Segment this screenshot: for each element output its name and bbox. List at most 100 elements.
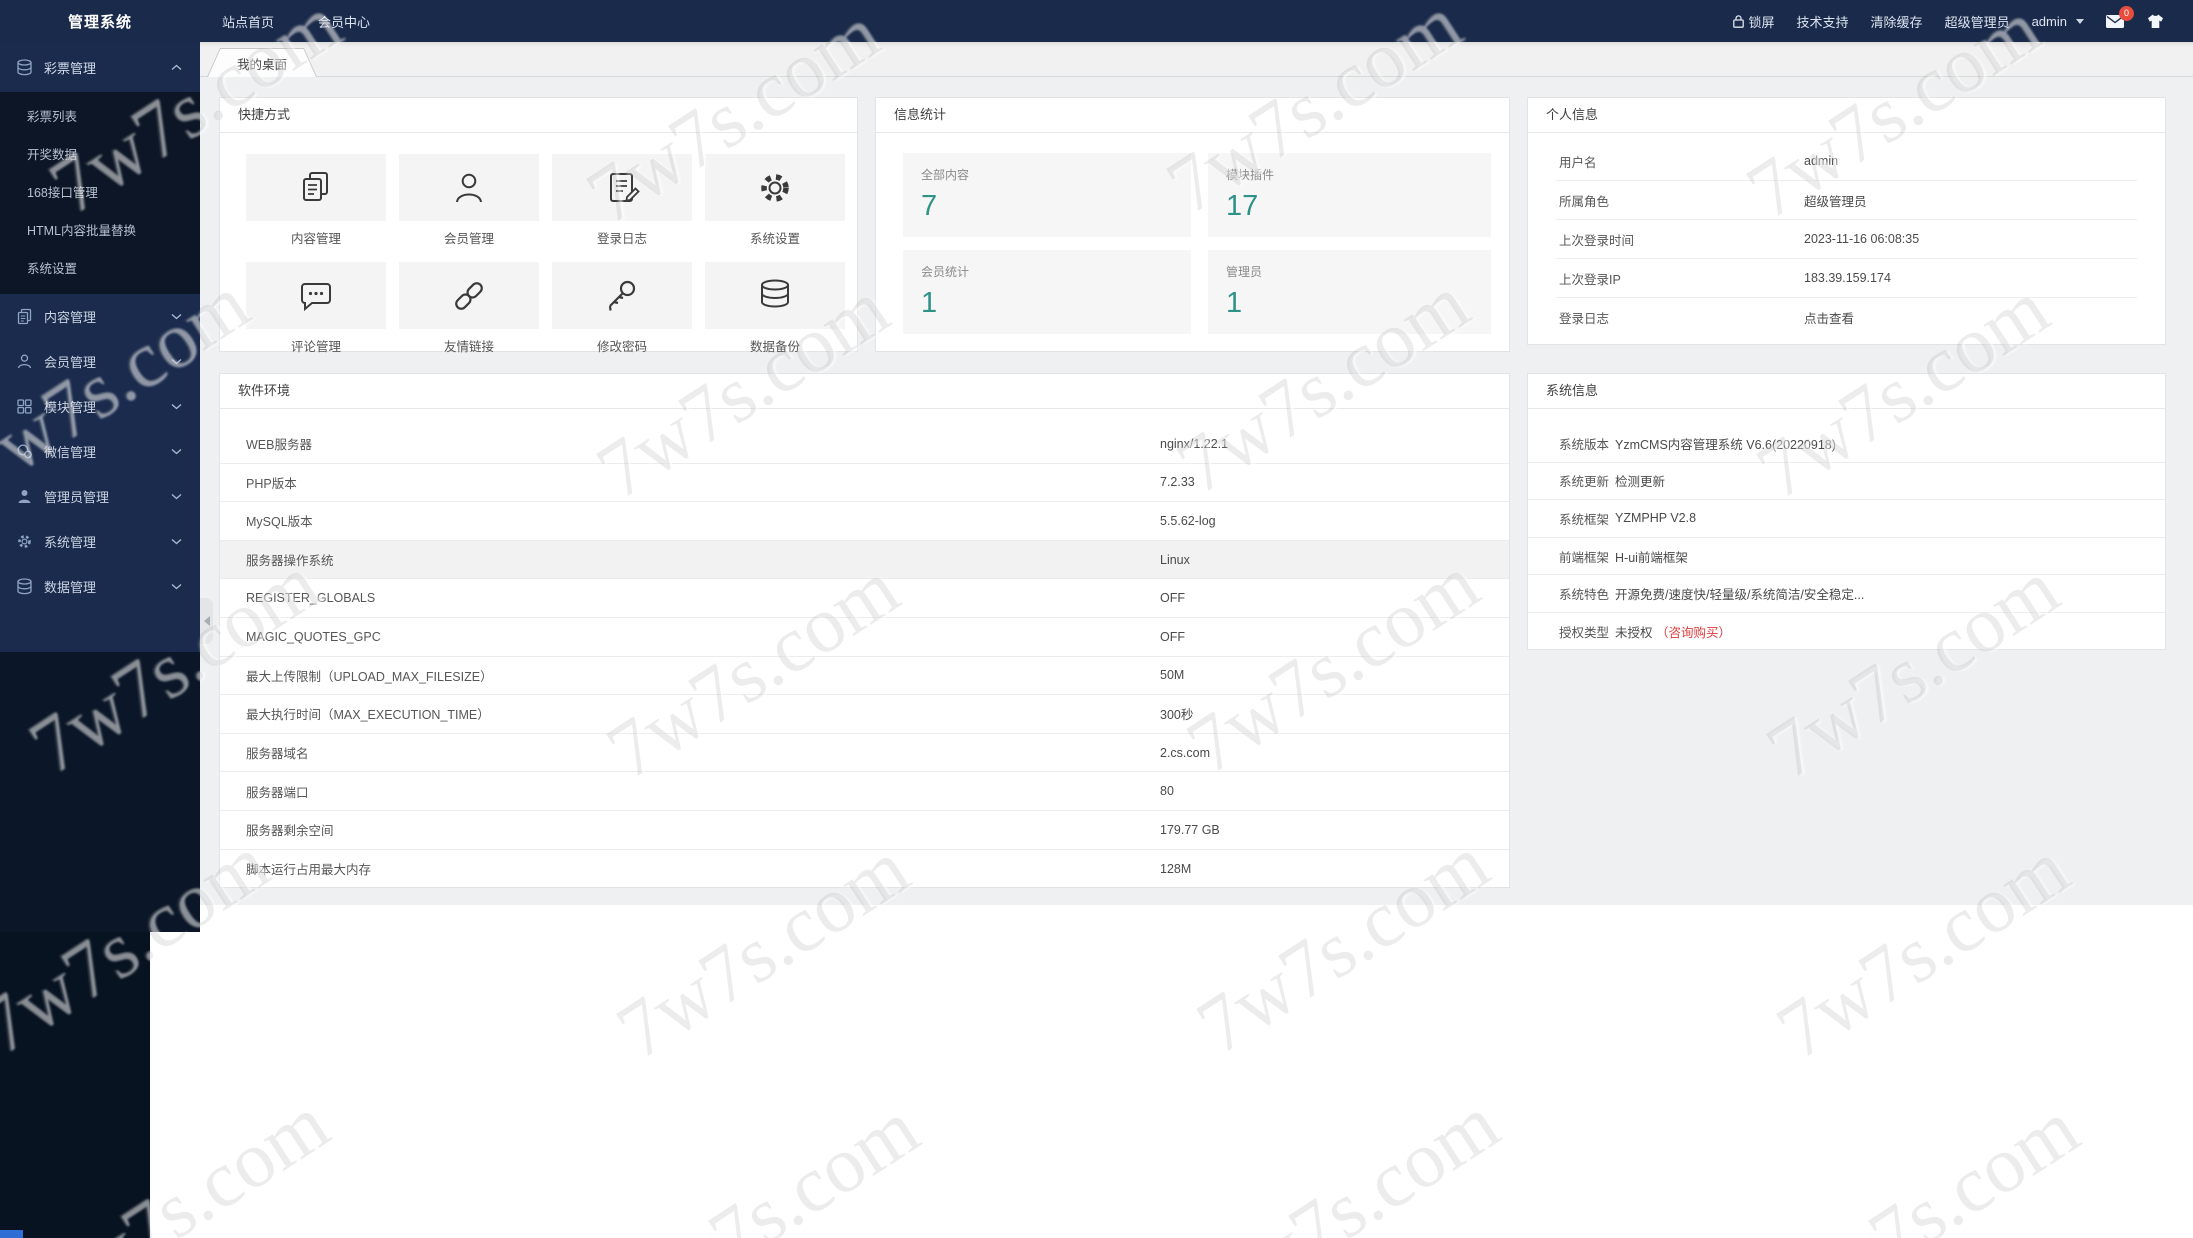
sidebar-subitem-system-settings[interactable]: 系统设置 — [0, 250, 200, 288]
lock-screen-label: 锁屏 — [1749, 12, 1775, 31]
mail-badge: 0 — [2119, 6, 2134, 21]
shortcuts-panel: 快捷方式 内容管理 会员管理 — [219, 97, 858, 352]
sidebar-subitem-lottery-list[interactable]: 彩票列表 — [0, 98, 200, 136]
topbar-right: 锁屏 技术支持 清除缓存 超级管理员 admin 0 — [1733, 0, 2165, 42]
tech-support-button[interactable]: 技术支持 — [1797, 12, 1849, 31]
sidebar-subitem-html-batch-replace[interactable]: HTML内容批量替换 — [0, 212, 200, 250]
stat-module-plugins: 模块插件 17 — [1208, 153, 1491, 237]
stat-value: 7 — [921, 190, 1191, 223]
table-row: 系统版本YzmCMS内容管理系统 V6.6(20220918) — [1528, 425, 2165, 463]
table-row: 系统更新检测更新 — [1528, 463, 2165, 501]
chevron-up-icon — [171, 64, 182, 71]
chevron-down-icon — [171, 358, 182, 365]
lock-screen-button[interactable]: 锁屏 — [1733, 12, 1775, 31]
sidebar-collapse-handle[interactable] — [200, 598, 213, 644]
chevron-down-icon — [171, 583, 182, 590]
clear-cache-button[interactable]: 清除缓存 — [1871, 12, 1923, 31]
app-logo: 管理系统 — [0, 11, 200, 32]
panel-title: 信息统计 — [876, 98, 1509, 133]
sidebar-item-label: 模块管理 — [44, 397, 96, 416]
chevron-down-icon — [171, 538, 182, 545]
shortcuts-body: 内容管理 会员管理 登录日志 — [220, 133, 857, 355]
table-row: MySQL版本5.5.62-log — [220, 502, 1509, 541]
nav-site-home[interactable]: 站点首页 — [222, 12, 274, 31]
table-row-license: 授权类型 未授权 （咨询购买） — [1528, 613, 2165, 651]
panel-title: 个人信息 — [1528, 98, 2165, 133]
stat-member-count: 会员统计 1 — [903, 250, 1191, 334]
database-icon — [16, 59, 33, 76]
chevron-down-icon — [171, 403, 182, 410]
panel-title: 系统信息 — [1528, 374, 2165, 409]
tab-label: 我的桌面 — [237, 54, 287, 73]
chevron-down-icon — [171, 448, 182, 455]
table-row: 服务器域名2.cs.com — [220, 734, 1509, 773]
sidebar-item-wechat-management[interactable]: 微信管理 — [0, 429, 200, 474]
sidebar-item-data-management[interactable]: 数据管理 — [0, 564, 200, 609]
stat-admin-count: 管理员 1 — [1208, 250, 1491, 334]
sidebar-subitem-168-api[interactable]: 168接口管理 — [0, 174, 200, 212]
nav-member-center[interactable]: 会员中心 — [318, 12, 370, 31]
shortcut-content-management[interactable]: 内容管理 — [246, 154, 386, 247]
user-icon — [399, 154, 539, 221]
table-row: 服务器剩余空间179.77 GB — [220, 811, 1509, 850]
tshirt-icon — [2146, 13, 2165, 29]
profile-body: 用户名 admin 所属角色 超级管理员 上次登录时间 2023-11-16 0… — [1528, 133, 2165, 337]
shortcut-change-password[interactable]: 修改密码 — [552, 262, 692, 355]
profile-row-login-log: 登录日志 点击查看 — [1556, 298, 2137, 337]
table-row: 最大上传限制（UPLOAD_MAX_FILESIZE）50M — [220, 657, 1509, 696]
table-row: 系统特色开源免费/速度快/轻量级/系统简洁/安全稳定... — [1528, 575, 2165, 613]
theme-button[interactable] — [2146, 13, 2165, 29]
shortcut-login-log[interactable]: 登录日志 — [552, 154, 692, 247]
stat-value: 1 — [921, 287, 1191, 320]
stats-panel: 信息统计 全部内容 7 模块插件 17 会员统计 1 管理员 — [875, 97, 1510, 352]
log-clipboard-icon — [552, 154, 692, 221]
shortcut-system-settings[interactable]: 系统设置 — [705, 154, 845, 247]
sidebar-item-system-management[interactable]: 系统管理 — [0, 519, 200, 564]
sidebar-item-label: 管理员管理 — [44, 487, 109, 506]
messages-button[interactable]: 0 — [2106, 15, 2124, 28]
sidebar-subitem-draw-data[interactable]: 开奖数据 — [0, 136, 200, 174]
collapse-left-arrow-icon — [204, 616, 210, 626]
clear-cache-label: 清除缓存 — [1871, 12, 1923, 31]
sidebar-submenu: 彩票列表 开奖数据 168接口管理 HTML内容批量替换 系统设置 — [0, 92, 200, 294]
purchase-license-link[interactable]: （咨询购买） — [1656, 626, 1731, 640]
shortcut-label: 友情链接 — [399, 336, 539, 355]
check-update-link[interactable]: 检测更新 — [1615, 471, 1665, 490]
table-row: 最大执行时间（MAX_EXECUTION_TIME）300秒 — [220, 695, 1509, 734]
sidebar-item-admin-management[interactable]: 管理员管理 — [0, 474, 200, 519]
sidebar-item-module-management[interactable]: 模块管理 — [0, 384, 200, 429]
table-row: 前端框架H-ui前端框架 — [1528, 538, 2165, 576]
shortcut-comment-management[interactable]: 评论管理 — [246, 262, 386, 355]
chevron-down-icon — [2076, 19, 2084, 24]
sidebar-item-member-management[interactable]: 会员管理 — [0, 339, 200, 384]
shortcut-member-management[interactable]: 会员管理 — [399, 154, 539, 247]
key-icon — [552, 262, 692, 329]
dashboard-grid: 快捷方式 内容管理 会员管理 — [200, 77, 2193, 905]
license-status: 未授权 — [1615, 626, 1653, 640]
shortcut-label: 数据备份 — [705, 336, 845, 355]
shortcut-label: 评论管理 — [246, 336, 386, 355]
stat-value: 1 — [1226, 287, 1491, 320]
profile-row-last-login-time: 上次登录时间 2023-11-16 06:08:35 — [1556, 220, 2137, 259]
shortcut-friend-links[interactable]: 友情链接 — [399, 262, 539, 355]
table-row: WEB服务器nginx/1.22.1 — [220, 425, 1509, 464]
stat-label: 会员统计 — [921, 263, 1191, 280]
chevron-down-icon — [171, 313, 182, 320]
view-login-log-link[interactable]: 点击查看 — [1804, 308, 1854, 327]
tab-my-desktop[interactable]: 我的桌面 — [207, 48, 317, 77]
tech-support-label: 技术支持 — [1797, 12, 1849, 31]
document-icon — [16, 308, 33, 325]
user-dropdown[interactable]: admin — [2032, 14, 2084, 29]
shortcut-label: 修改密码 — [552, 336, 692, 355]
profile-row-username: 用户名 admin — [1556, 142, 2137, 181]
sidebar-item-label: 微信管理 — [44, 442, 96, 461]
shortcut-data-backup[interactable]: 数据备份 — [705, 262, 845, 355]
table-row: 脚本运行占用最大内存128M — [220, 850, 1509, 889]
sidebar-item-content-management[interactable]: 内容管理 — [0, 294, 200, 339]
admin-dashboard: 管理系统 站点首页 会员中心 锁屏 技术支持 清除缓存 超级管理员 admin — [0, 0, 2193, 1238]
shortcut-label: 系统设置 — [705, 228, 845, 247]
topbar: 管理系统 站点首页 会员中心 锁屏 技术支持 清除缓存 超级管理员 admin — [0, 0, 2193, 42]
table-row: 服务器端口80 — [220, 772, 1509, 811]
sidebar-item-label: 系统管理 — [44, 532, 96, 551]
sidebar-item-lottery-management[interactable]: 彩票管理 — [0, 42, 200, 92]
